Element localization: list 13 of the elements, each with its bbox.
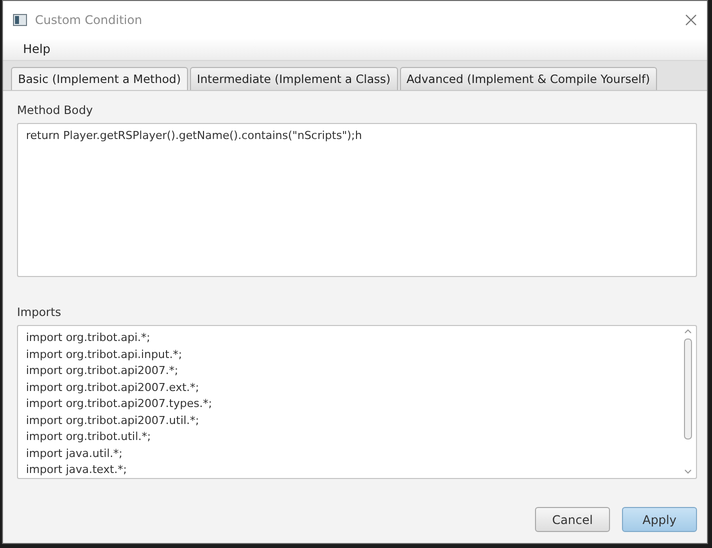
tab[interactable]: Basic (Implement a Method) bbox=[11, 67, 188, 90]
close-icon[interactable] bbox=[685, 14, 697, 26]
menu-item[interactable]: Help bbox=[15, 42, 58, 56]
apply-button[interactable]: Apply bbox=[622, 507, 697, 532]
app-icon bbox=[13, 14, 27, 26]
field-label: Method Body bbox=[17, 103, 94, 117]
window-title: Custom Condition bbox=[35, 12, 144, 26]
imports-field[interactable]: import org.tribot.api.*; import org.tribot.api.input.*; import org.tribot.api2007.*; import org.tribot.api2007.ext.*; import org.tribot.api2007.types.*; import org.tribot.api2007.util.*; import org.tribot.util.*; import java.util.*; import java.text.*; bbox=[17, 325, 697, 479]
tab[interactable]: Advanced (Implement & Compile Yourself) bbox=[400, 67, 657, 90]
cancel-button[interactable]: Cancel bbox=[535, 507, 610, 532]
field-label: Imports bbox=[17, 305, 62, 319]
method-body-field[interactable]: return Player.getRSPlayer().getName().contains("nScripts");h bbox=[17, 123, 697, 277]
tab[interactable]: Intermediate (Implement a Class) bbox=[190, 67, 398, 90]
